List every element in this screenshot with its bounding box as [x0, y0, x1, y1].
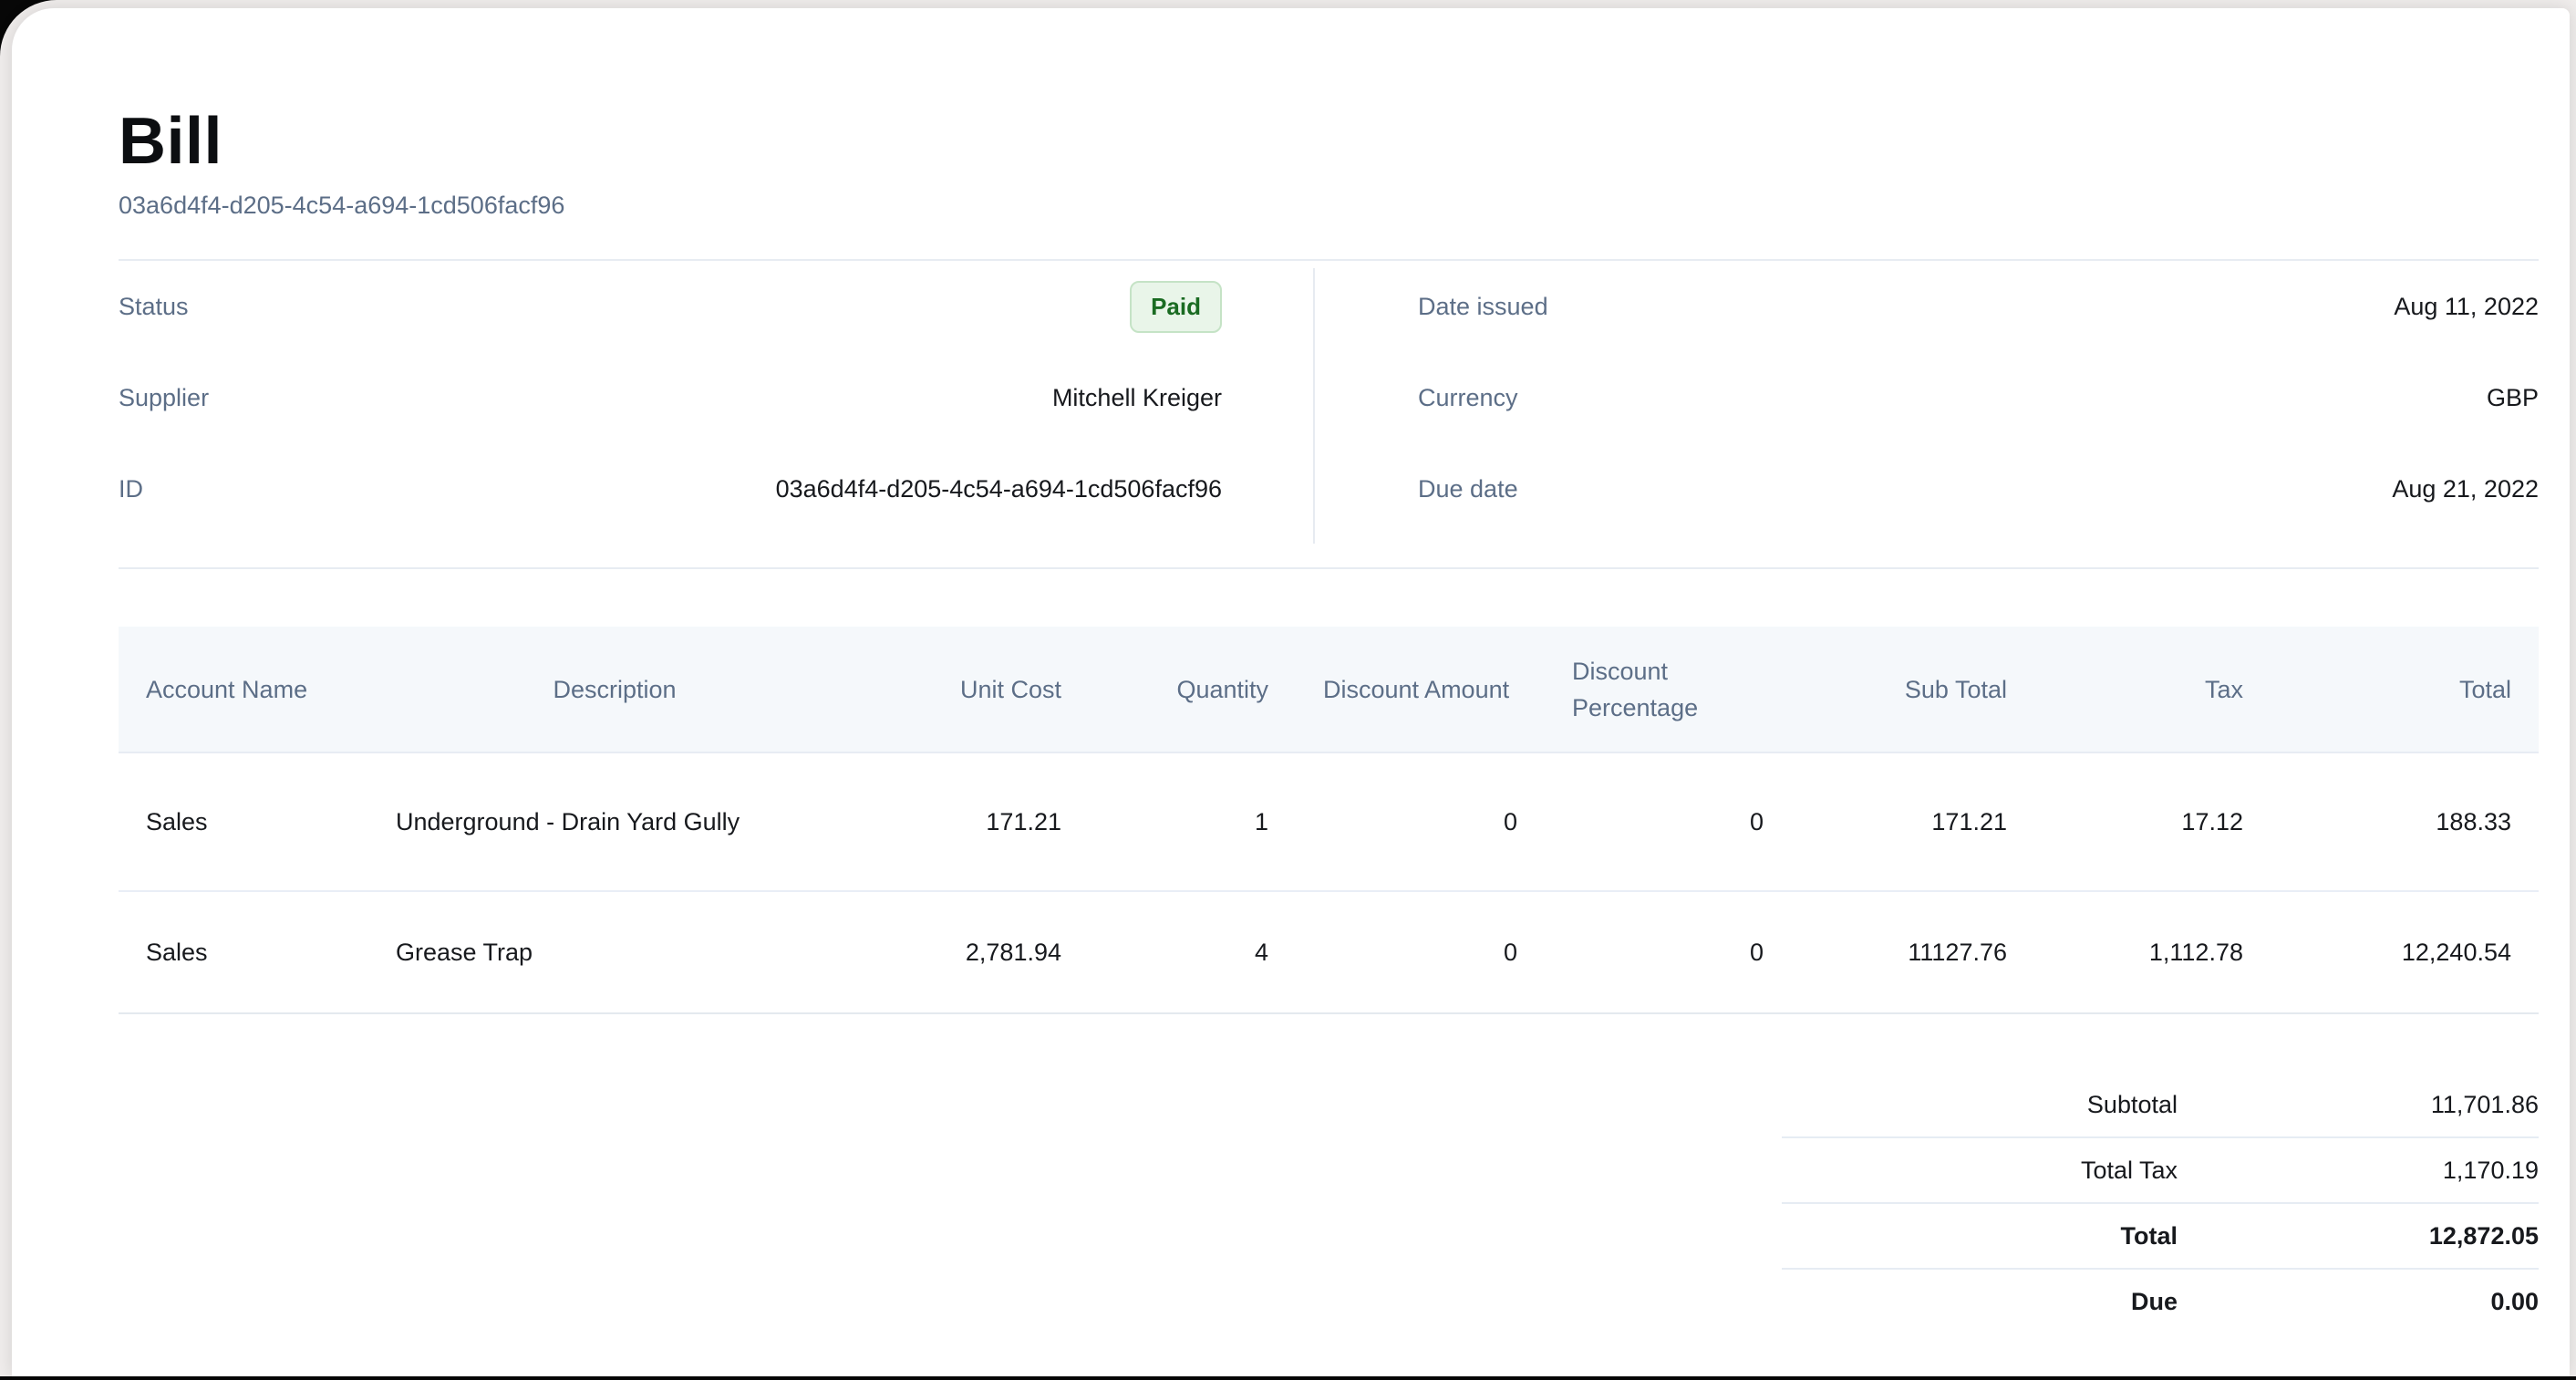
currency-label: Currency: [1418, 384, 1518, 412]
total-value: 12,872.05: [2178, 1222, 2539, 1250]
column-header-discount-percentage: Discount Percentage: [1545, 627, 1791, 753]
detail-row-status: Status Paid: [119, 261, 1222, 352]
column-header-discount-amount: Discount Amount: [1296, 627, 1545, 753]
cell-account-name: Sales: [119, 892, 368, 1012]
supplier-value: Mitchell Kreiger: [1052, 384, 1222, 412]
details-vertical-divider: [1313, 268, 1315, 544]
cell-tax: 1,112.78: [2034, 892, 2271, 1012]
due-date-label: Due date: [1418, 475, 1518, 503]
details-bottom-divider: [119, 567, 2539, 569]
cell-quantity: 1: [1089, 753, 1296, 890]
summary-row-subtotal: Subtotal 11,701.86: [1782, 1073, 2539, 1138]
summary-row-total: Total 12,872.05: [1782, 1204, 2539, 1270]
column-header-account-name: Account Name: [119, 627, 368, 753]
supplier-label: Supplier: [119, 384, 209, 412]
status-badge: Paid: [1130, 281, 1222, 333]
cell-unit-cost: 2,781.94: [861, 892, 1089, 1012]
due-label: Due: [1782, 1288, 2178, 1316]
cell-total: 12,240.54: [2271, 892, 2539, 1012]
column-header-total: Total: [2271, 627, 2539, 753]
currency-value: GBP: [2487, 384, 2539, 412]
cell-account-name: Sales: [119, 753, 368, 890]
bill-id-subtitle: 03a6d4f4-d205-4c54-a694-1cd506facf96: [119, 190, 2539, 221]
cell-discount-percentage: 0: [1545, 753, 1791, 890]
total-tax-value: 1,170.19: [2178, 1157, 2539, 1185]
total-label: Total: [1782, 1222, 2178, 1250]
cell-discount-amount: 0: [1296, 892, 1545, 1012]
cell-total: 188.33: [2271, 753, 2539, 890]
column-header-sub-total: Sub Total: [1791, 627, 2034, 753]
line-items-table: Account Name Description Unit Cost Quant…: [119, 627, 2539, 1014]
column-header-tax: Tax: [2034, 627, 2271, 753]
bill-page: Bill 03a6d4f4-d205-4c54-a694-1cd506facf9…: [12, 108, 2570, 1333]
cell-unit-cost: 171.21: [861, 753, 1089, 890]
detail-row-due-date: Due date Aug 21, 2022: [1418, 443, 2539, 534]
column-header-quantity: Quantity: [1089, 627, 1296, 753]
bill-document-card: Bill 03a6d4f4-d205-4c54-a694-1cd506facf9…: [12, 8, 2570, 1376]
subtotal-value: 11,701.86: [2178, 1091, 2539, 1119]
cell-description: Underground - Drain Yard Gully: [368, 753, 861, 890]
details-right-column: Date issued Aug 11, 2022 Currency GBP Du…: [1418, 261, 2539, 534]
cell-discount-amount: 0: [1296, 753, 1545, 890]
detail-row-id: ID 03a6d4f4-d205-4c54-a694-1cd506facf96: [119, 443, 1222, 534]
cell-discount-percentage: 0: [1545, 892, 1791, 1012]
cell-quantity: 4: [1089, 892, 1296, 1012]
cell-tax: 17.12: [2034, 753, 2271, 890]
date-issued-value: Aug 11, 2022: [2394, 293, 2539, 321]
page-title: Bill: [119, 108, 2539, 175]
cell-sub-total: 171.21: [1791, 753, 2034, 890]
subtotal-label: Subtotal: [1782, 1091, 2178, 1119]
detail-row-supplier: Supplier Mitchell Kreiger: [119, 352, 1222, 443]
summary-row-due: Due 0.00: [1782, 1270, 2539, 1333]
detail-row-currency: Currency GBP: [1418, 352, 2539, 443]
totals-summary: Subtotal 11,701.86 Total Tax 1,170.19 To…: [1782, 1073, 2539, 1333]
bill-details-section: Status Paid Supplier Mitchell Kreiger ID…: [119, 261, 2539, 567]
id-value: 03a6d4f4-d205-4c54-a694-1cd506facf96: [776, 475, 1222, 503]
summary-row-total-tax: Total Tax 1,170.19: [1782, 1138, 2539, 1204]
total-tax-label: Total Tax: [1782, 1157, 2178, 1185]
details-left-column: Status Paid Supplier Mitchell Kreiger ID…: [119, 261, 1222, 534]
table-bottom-border: [119, 1012, 2539, 1014]
due-value: 0.00: [2178, 1288, 2539, 1316]
due-date-value: Aug 21, 2022: [2392, 475, 2539, 503]
status-label: Status: [119, 293, 189, 321]
column-header-description: Description: [368, 627, 861, 753]
cell-description: Grease Trap: [368, 892, 861, 1012]
date-issued-label: Date issued: [1418, 293, 1548, 321]
column-header-unit-cost: Unit Cost: [861, 627, 1089, 753]
id-label: ID: [119, 475, 143, 503]
detail-row-date-issued: Date issued Aug 11, 2022: [1418, 261, 2539, 352]
cell-sub-total: 11127.76: [1791, 892, 2034, 1012]
